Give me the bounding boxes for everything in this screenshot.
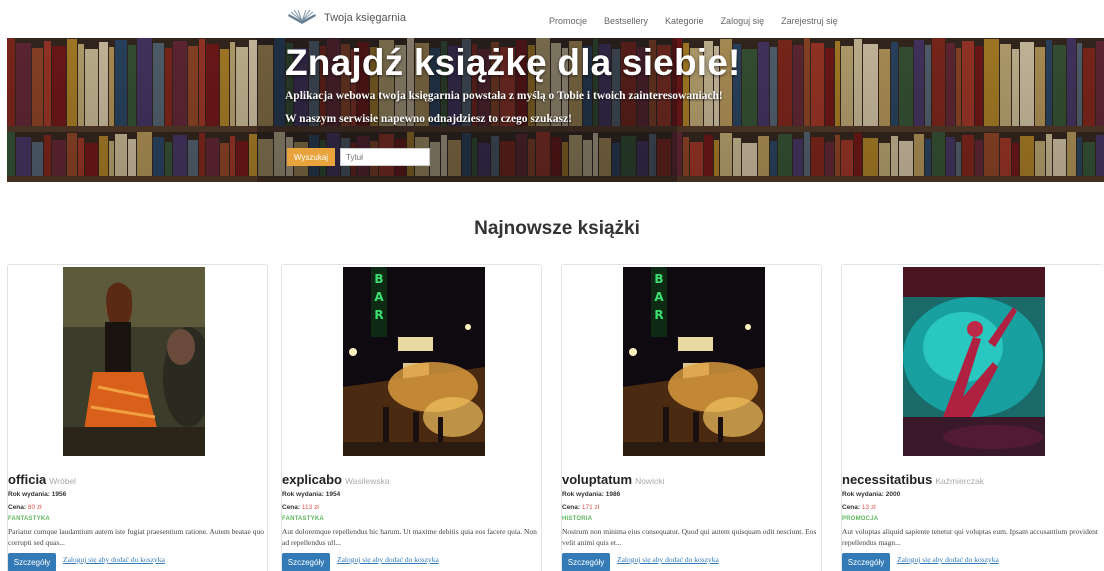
details-button[interactable]: Szczegóły bbox=[8, 553, 56, 571]
price-label: Cena: bbox=[8, 504, 27, 511]
year-label: Rok wydania: bbox=[842, 491, 884, 498]
book-cover-image: B A R bbox=[343, 267, 485, 456]
year-label: Rok wydania: bbox=[562, 491, 604, 498]
currency: zł bbox=[36, 504, 42, 511]
year-label: Rok wydania: bbox=[282, 491, 324, 498]
book-card: officia Wróbel Rok wydania: 1956 Cena: 80… bbox=[7, 264, 268, 571]
book-cover-image bbox=[63, 267, 205, 456]
book-title[interactable]: necessitatibus Kaźmierczak bbox=[842, 472, 984, 487]
book-title-text[interactable]: necessitatibus bbox=[842, 472, 932, 487]
book-author: Wróbel bbox=[49, 476, 77, 486]
book-title-text[interactable]: voluptatum bbox=[562, 472, 632, 487]
price-label: Cena: bbox=[282, 504, 301, 511]
book-description: Nostrum non minima eius consequatur. Quo… bbox=[562, 527, 817, 547]
hero-subtitle: Aplikacja webowa twoja księgarnia powsta… bbox=[285, 90, 723, 102]
book-category: PROMOCJA bbox=[842, 516, 879, 522]
year-value: 1954 bbox=[325, 491, 341, 498]
book-card: B A R voluptatum Nowicki Rok wydania: 198… bbox=[561, 264, 822, 571]
book-year: Rok wydania: 1956 bbox=[8, 491, 66, 498]
details-button[interactable]: Szczegóły bbox=[562, 553, 610, 571]
book-title[interactable]: voluptatum Nowicki bbox=[562, 472, 664, 487]
section-title: Najnowsze książki bbox=[0, 218, 1104, 240]
book-year: Rok wydania: 1986 bbox=[562, 491, 620, 498]
svg-text:R: R bbox=[654, 308, 663, 322]
svg-text:A: A bbox=[374, 290, 384, 304]
hero-title: Znajdź książkę dla siebie! bbox=[285, 42, 741, 83]
book-title-text[interactable]: explicabo bbox=[282, 472, 342, 487]
svg-text:R: R bbox=[374, 308, 383, 322]
book-card: necessitatibus Kaźmierczak Rok wydania: 2… bbox=[841, 264, 1104, 571]
nav-link-promocje[interactable]: Promocje bbox=[549, 16, 587, 26]
nav-link-login[interactable]: Zaloguj się bbox=[721, 16, 765, 26]
hero-banner: Znajdź książkę dla siebie! Aplikacja web… bbox=[7, 38, 1104, 182]
hero-subtitle-2: W naszym serwisie napewno odnajdziesz to… bbox=[285, 113, 572, 125]
price-value: 113 bbox=[301, 504, 313, 511]
search-input[interactable] bbox=[340, 148, 430, 166]
svg-text:B: B bbox=[374, 272, 383, 286]
currency: zł bbox=[870, 504, 876, 511]
svg-text:B: B bbox=[654, 272, 663, 286]
book-description: Aut voluptas aliquid sapiente tenetur qu… bbox=[842, 527, 1098, 547]
book-price: Cena: 80 zł bbox=[8, 504, 42, 511]
login-to-cart-link[interactable]: Zaloguj się aby dodać do koszyka bbox=[337, 555, 439, 564]
book-cover-image: B A R bbox=[623, 267, 765, 456]
price-value: 80 bbox=[27, 504, 36, 511]
currency: zł bbox=[314, 504, 319, 511]
search-button[interactable]: Wyszukaj bbox=[287, 148, 335, 166]
nav-link-register[interactable]: Zarejestruj się bbox=[781, 16, 838, 26]
book-card: B A R explicabo Wasilewska Rok wydania: 1… bbox=[281, 264, 542, 571]
nav-link-bestsellery[interactable]: Bestsellery bbox=[604, 16, 648, 26]
price-label: Cena: bbox=[562, 504, 581, 511]
nav-link-kategorie[interactable]: Kategorie bbox=[665, 16, 704, 26]
login-to-cart-link[interactable]: Zaloguj się aby dodać do koszyka bbox=[63, 555, 165, 564]
book-category: HISTORIA bbox=[562, 516, 593, 522]
book-description: Aut doloremque repellendus hic harum. Ut… bbox=[282, 527, 537, 547]
book-price: Cena: 113 zł bbox=[282, 504, 319, 511]
price-label: Cena: bbox=[842, 504, 861, 511]
open-book-icon bbox=[288, 10, 316, 24]
book-title-text[interactable]: officia bbox=[8, 472, 46, 487]
year-value: 1956 bbox=[51, 491, 67, 498]
svg-text:A: A bbox=[654, 290, 664, 304]
book-title[interactable]: officia Wróbel bbox=[8, 472, 76, 487]
book-author: Wasilewska bbox=[344, 476, 390, 486]
year-label: Rok wydania: bbox=[8, 491, 50, 498]
book-price: Cena: 13 zł bbox=[842, 504, 876, 511]
details-button[interactable]: Szczegóły bbox=[842, 553, 890, 571]
book-category: FANTASTYKA bbox=[282, 516, 324, 522]
book-year: Rok wydania: 2000 bbox=[842, 491, 900, 498]
book-author: Nowicki bbox=[635, 476, 665, 486]
book-category: FANTASTYKA bbox=[8, 516, 50, 522]
login-to-cart-link[interactable]: Zaloguj się aby dodać do koszyka bbox=[897, 555, 999, 564]
brand[interactable]: Twoja księgarnia bbox=[286, 10, 406, 26]
book-year: Rok wydania: 1954 bbox=[282, 491, 340, 498]
book-title[interactable]: explicabo Wasilewska bbox=[282, 472, 390, 487]
book-price: Cena: 171 zł bbox=[562, 504, 599, 511]
currency: zł bbox=[594, 504, 600, 511]
year-value: 2000 bbox=[885, 491, 901, 498]
details-button[interactable]: Szczegóły bbox=[282, 553, 330, 571]
navbar: Twoja księgarnia Promocje Bestsellery Ka… bbox=[0, 0, 1104, 40]
price-value: 171 bbox=[581, 504, 593, 511]
book-cover-image bbox=[903, 267, 1045, 456]
year-value: 1986 bbox=[605, 491, 621, 498]
price-value: 13 bbox=[861, 504, 870, 511]
login-to-cart-link[interactable]: Zaloguj się aby dodać do koszyka bbox=[617, 555, 719, 564]
brand-name: Twoja księgarnia bbox=[324, 12, 406, 24]
nav-menu: Promocje Bestsellery Kategorie Zaloguj s… bbox=[549, 16, 855, 26]
book-description: Pariatur cumque laudantium autem iste fu… bbox=[8, 527, 264, 547]
book-author: Kaźmierczak bbox=[935, 476, 984, 486]
section-title-text: Najnowsze książki bbox=[474, 218, 640, 239]
